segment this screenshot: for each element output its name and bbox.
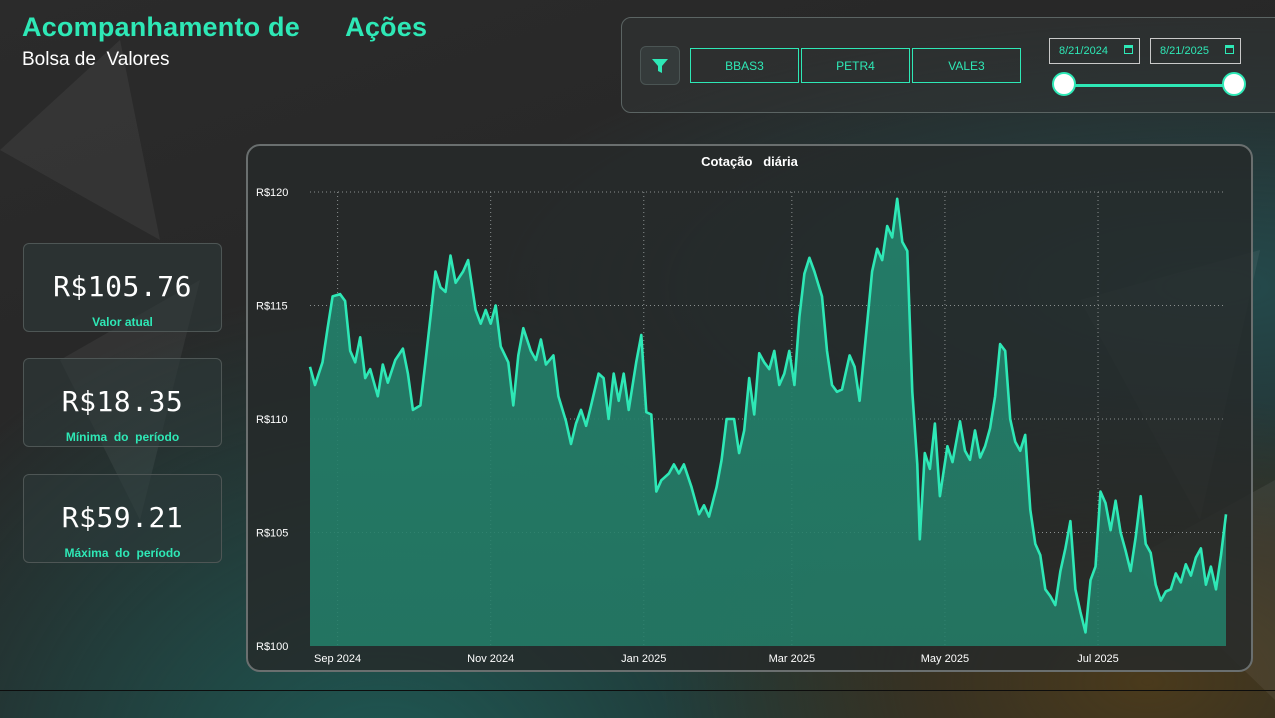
start-date-input[interactable]: 8/21/2024 xyxy=(1049,38,1140,64)
price-area-chart[interactable]: R$100 R$105 R$110 R$115 R$120 Sep 2024 Nov 202… xyxy=(248,146,1251,670)
x-tick-label: Nov 2024 xyxy=(467,653,514,665)
start-date-value: 8/21/2024 xyxy=(1059,45,1108,57)
x-tick-label: Jul 2025 xyxy=(1077,653,1119,665)
x-tick-label: May 2025 xyxy=(921,653,969,665)
x-tick-label: Jan 2025 xyxy=(621,653,666,665)
x-tick-label: Mar 2025 xyxy=(769,653,815,665)
page-title: Acompanhamento de Ações xyxy=(22,12,428,42)
chart-panel: Cotação diária R$100 R$105 R$110 R$115 R$120… xyxy=(246,144,1253,672)
date-range-end-handle[interactable] xyxy=(1222,72,1246,96)
filter-button[interactable] xyxy=(640,46,680,85)
page-subtitle: Bolsa de Valores xyxy=(22,49,170,70)
kpi-card-period-max: R$59.21 Máxima do período xyxy=(23,474,222,563)
ticker-chip-petr4[interactable]: PETR4 xyxy=(801,48,910,83)
calendar-icon[interactable] xyxy=(1124,45,1133,54)
kpi-value: R$18.35 xyxy=(61,385,184,418)
date-range-start-handle[interactable] xyxy=(1052,72,1076,96)
y-tick-label: R$105 xyxy=(256,528,288,540)
kpi-card-period-min: R$18.35 Mínima do período xyxy=(23,358,222,447)
y-tick-label: R$100 xyxy=(256,641,288,653)
kpi-label: Mínima do período xyxy=(65,430,180,444)
ticker-chip-vale3[interactable]: VALE3 xyxy=(912,48,1021,83)
end-date-input[interactable]: 8/21/2025 xyxy=(1150,38,1241,64)
y-tick-label: R$115 xyxy=(256,301,288,313)
y-tick-label: R$110 xyxy=(256,414,288,426)
ticker-chip-bbas3[interactable]: BBAS3 xyxy=(690,48,799,83)
end-date-value: 8/21/2025 xyxy=(1160,45,1209,57)
kpi-card-current-value: R$105.76 Valor atual xyxy=(23,243,222,332)
x-tick-label: Sep 2024 xyxy=(314,653,361,665)
calendar-icon[interactable] xyxy=(1225,45,1234,54)
date-range-slider-track[interactable] xyxy=(1064,84,1234,87)
kpi-label: Valor atual xyxy=(92,315,153,329)
divider xyxy=(0,690,1275,691)
series-area xyxy=(310,198,1226,647)
y-tick-label: R$120 xyxy=(256,187,288,199)
kpi-label: Máxima do período xyxy=(64,546,181,560)
kpi-value: R$59.21 xyxy=(61,501,184,534)
kpi-value: R$105.76 xyxy=(53,270,192,303)
filter-icon xyxy=(652,58,668,73)
